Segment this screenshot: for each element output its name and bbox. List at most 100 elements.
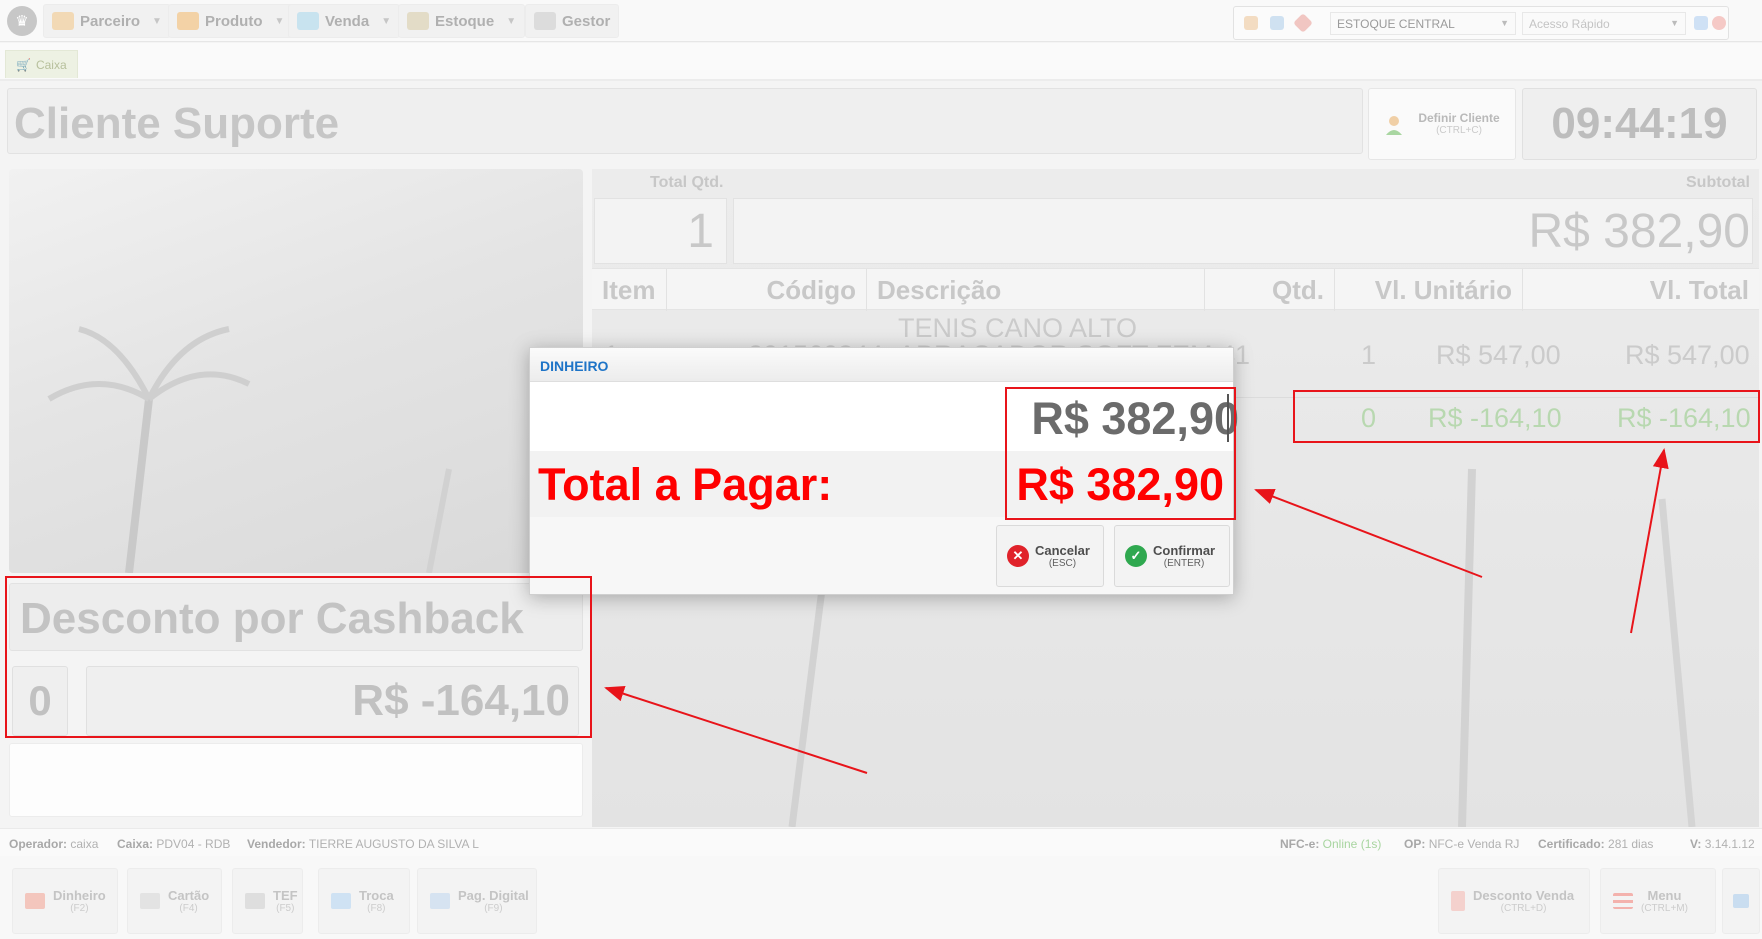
confirm-key: (ENTER) [1163, 558, 1205, 569]
tef-label: TEF [273, 888, 298, 903]
total-qty-label: Total Qtd. [650, 174, 724, 191]
info-icon[interactable] [1694, 16, 1708, 30]
menu-produto[interactable]: Produto ▼ [168, 4, 294, 38]
troca-label: Troca [359, 888, 394, 903]
desconto-venda-label: Desconto Venda [1473, 888, 1575, 903]
status-caixa: Caixa: PDV04 - RDB [117, 837, 230, 851]
cancel-button[interactable]: ✕ Cancelar (ESC) [996, 525, 1104, 587]
check-circle-icon: ✓ [1125, 545, 1147, 567]
cartao-label: Cartão [168, 888, 210, 903]
col-vl-total: Vl. Total [1649, 275, 1749, 305]
troca-button[interactable]: Troca (F8) [318, 868, 410, 934]
menu-parceiro-label: Parceiro [80, 12, 141, 30]
seller-value: TIERRE AUGUSTO DA SILVA L [308, 837, 479, 851]
bottom-function-bar: Dinheiro (F2) Cartão (F4) TEF (F5) Troca (F8… [0, 856, 1762, 939]
cancel-key: (ESC) [1048, 558, 1077, 569]
subtotal-label: Subtotal [1686, 174, 1750, 191]
chevron-down-icon: ▼ [1500, 18, 1509, 28]
store-select[interactable]: ESTOQUE CENTRAL ▼ [1330, 12, 1516, 35]
partners-icon [52, 12, 74, 30]
define-client-label: Definir Cliente [1418, 111, 1500, 125]
digital-payment-icon [430, 893, 450, 909]
operator-label: Operador: [9, 837, 68, 851]
pag-digital-button[interactable]: Pag. Digital (F9) [417, 868, 537, 934]
chevron-down-icon: ▼ [381, 15, 392, 27]
subtotal-value: R$ 382,90 [733, 198, 1753, 264]
menu-gestor[interactable]: Gestor [525, 4, 620, 38]
tab-strip: 🛒 Caixa [0, 43, 1762, 81]
row-qty: 1 [1360, 340, 1376, 370]
operator-value: caixa [70, 837, 99, 851]
define-client-button[interactable]: Definir Cliente (CTRL+C) [1368, 88, 1516, 160]
annotation-box-discount-row [1293, 390, 1760, 443]
palm-tree-image [47, 326, 452, 573]
desconto-venda-button[interactable]: Desconto Venda (CTRL+D) [1438, 868, 1590, 934]
menu-produto-label: Produto [205, 12, 263, 30]
chevron-down-icon: ▼ [152, 15, 162, 27]
discount-tag-icon [1451, 891, 1465, 911]
menu-label: Menu [1647, 888, 1682, 903]
alert-diamond-icon[interactable] [1293, 13, 1313, 33]
background-photo [9, 169, 583, 573]
menu-gestor-label: Gestor [562, 12, 611, 30]
op-value: NFC-e Venda RJ [1428, 837, 1520, 851]
status-version: V: 3.14.1.12 [1690, 837, 1755, 851]
cartao-key: (F4) [179, 903, 198, 914]
power-icon[interactable] [1712, 16, 1726, 30]
seller-label: Vendedor: [247, 837, 306, 851]
tef-button[interactable]: TEF (F5) [232, 868, 303, 934]
op-label: OP: [1404, 837, 1426, 851]
total-qty-value: 1 [594, 198, 727, 264]
exchange-arrows-icon [331, 893, 351, 909]
card-machine-icon [140, 893, 160, 909]
status-op: OP: NFC-e Venda RJ [1404, 837, 1519, 851]
cart-icon: 🛒 [16, 57, 31, 72]
cartao-button[interactable]: Cartão (F4) [127, 868, 222, 934]
chevron-down-icon: ▼ [274, 15, 285, 27]
menu-venda[interactable]: Venda ▼ [288, 4, 401, 38]
chat-button[interactable] [1722, 868, 1760, 934]
menu-button[interactable]: Menu (CTRL+M) [1600, 868, 1716, 934]
chevron-down-icon: ▼ [1670, 18, 1679, 28]
stock-icon [407, 12, 429, 30]
status-nfce: NFC-e: Online (1s) [1280, 837, 1381, 851]
pag-digital-key: (F9) [484, 903, 503, 914]
chevron-down-icon: ▼ [506, 15, 517, 27]
user-icon[interactable] [1244, 16, 1258, 30]
chat-icon[interactable] [1270, 16, 1284, 30]
nfce-value: Online (1s) [1322, 837, 1382, 851]
version-label: V: [1690, 837, 1702, 851]
client-name: Cliente Suporte [14, 99, 340, 148]
cancel-label: Cancelar [1035, 543, 1090, 558]
nfce-label: NFC-e: [1280, 837, 1320, 851]
menu-estoque[interactable]: Estoque ▼ [398, 4, 526, 38]
version-value: 3.14.1.12 [1704, 837, 1755, 851]
dialog-title: DINHEIRO [540, 358, 609, 374]
pag-digital-label: Pag. Digital [458, 888, 529, 903]
col-descricao: Descrição [867, 269, 1205, 311]
dinheiro-button[interactable]: Dinheiro (F2) [12, 868, 118, 934]
person-icon [1386, 116, 1402, 135]
annotation-box-amount [1005, 387, 1236, 520]
close-circle-icon: ✕ [1007, 545, 1029, 567]
menu-venda-label: Venda [325, 12, 370, 30]
cert-label: Certificado: [1538, 837, 1605, 851]
caixa-label: Caixa: [117, 837, 154, 851]
items-table-header: Item Código Descrição Qtd. Vl. Unitário … [592, 268, 1759, 311]
col-item: Item [592, 269, 667, 311]
home-crown-icon[interactable]: ♛ [7, 6, 37, 36]
status-bar: Operador: caixa Caixa: PDV04 - RDB Vende… [0, 828, 1762, 856]
status-operator: Operador: caixa [9, 837, 98, 851]
status-certificate: Certificado: 281 dias [1538, 837, 1653, 851]
menu-parceiro[interactable]: Parceiro ▼ [43, 4, 171, 38]
dialog-header: DINHEIRO [530, 348, 1233, 382]
troca-key: (F8) [367, 903, 386, 914]
tab-caixa[interactable]: 🛒 Caixa [5, 50, 78, 78]
dialog-footer: ✕ Cancelar (ESC) ✓ Confirmar (ENTER) [530, 517, 1233, 594]
cert-value: 281 dias [1608, 837, 1654, 851]
manager-chart-icon [534, 12, 556, 30]
quick-access-select[interactable]: Acesso Rápido ▼ [1522, 12, 1686, 35]
top-right-toolbar: ESTOQUE CENTRAL ▼ Acesso Rápido ▼ [1233, 6, 1729, 40]
menu-estoque-label: Estoque [435, 12, 495, 30]
confirm-button[interactable]: ✓ Confirmar (ENTER) [1114, 525, 1230, 587]
